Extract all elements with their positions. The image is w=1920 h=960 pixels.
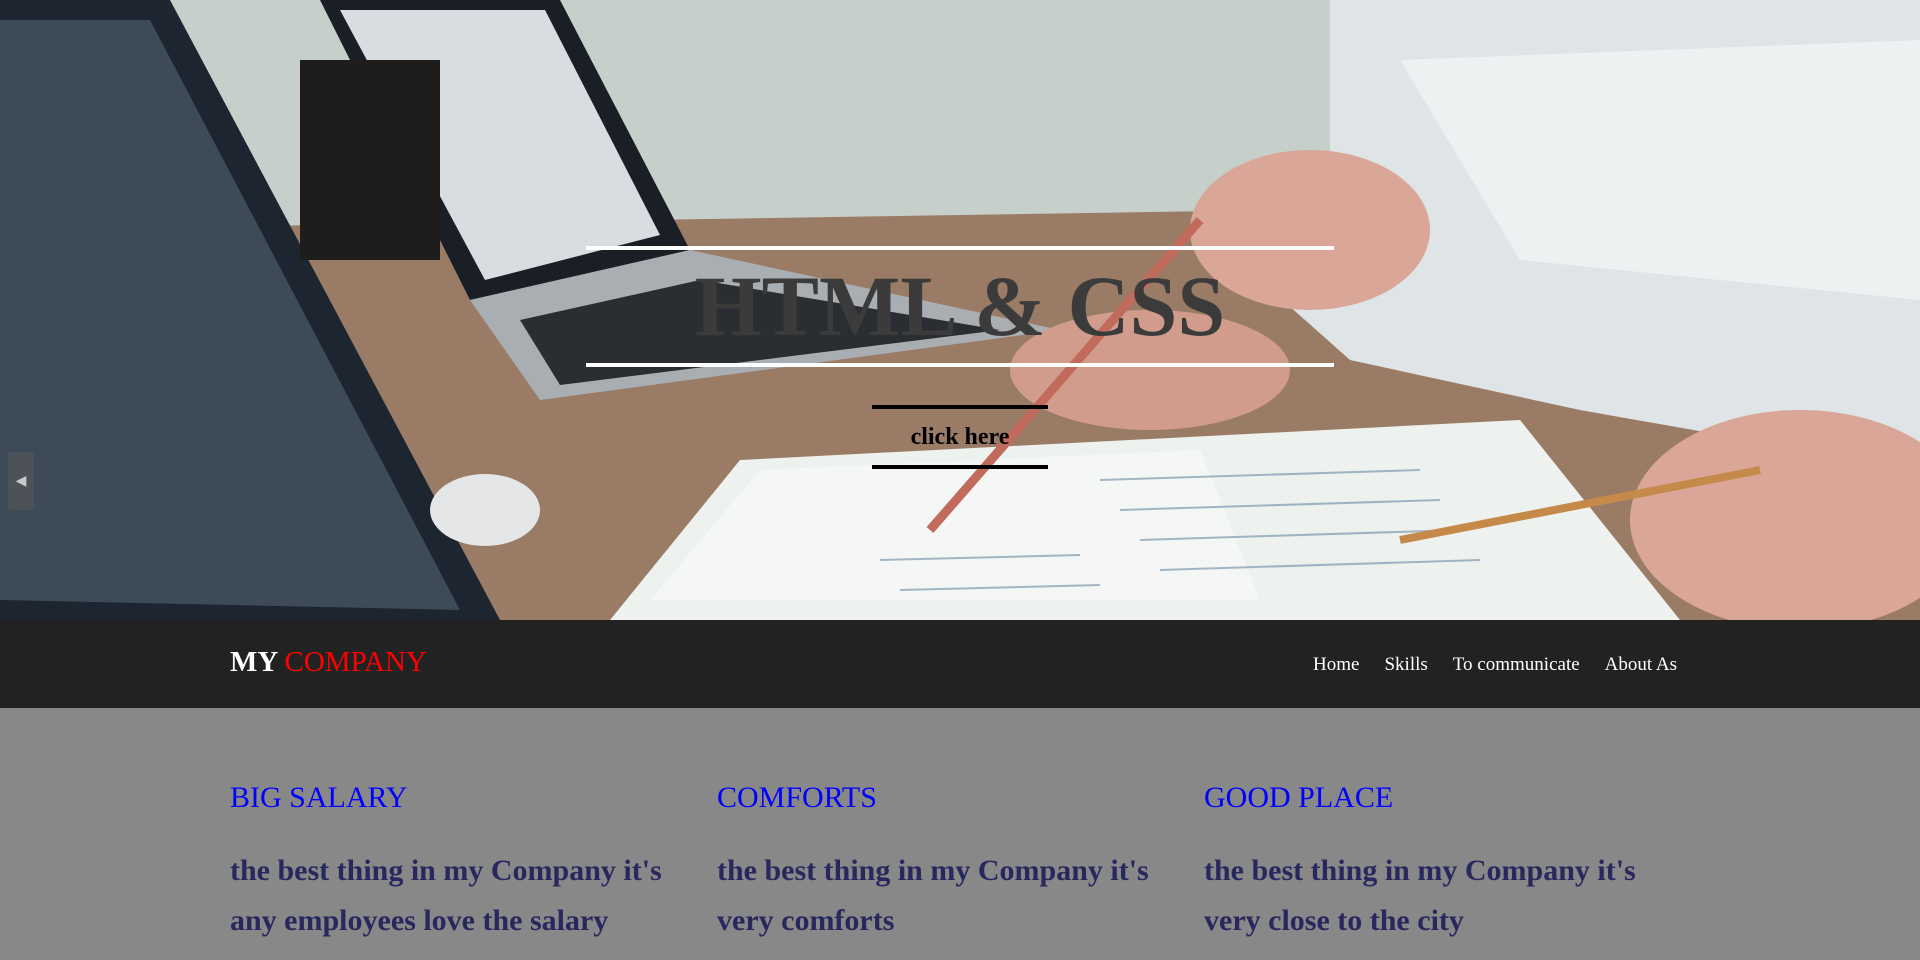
feature-good-place: GOOD PLACE the best thing in my Company … xyxy=(1204,778,1664,946)
feature-title: GOOD PLACE xyxy=(1204,781,1394,814)
feature-title: BIG SALARY xyxy=(230,781,408,814)
feature-text: the best thing in my Company it's any em… xyxy=(230,854,662,937)
logo-text-my: MY xyxy=(230,646,278,678)
feature-title: COMFORTS xyxy=(717,781,877,814)
hero-bottom-rule xyxy=(586,363,1334,367)
hero-top-rule xyxy=(586,246,1334,250)
nav-link-home[interactable]: Home xyxy=(1313,651,1359,679)
click-here-button[interactable]: click here xyxy=(872,405,1048,469)
nav-link-about-as[interactable]: About As xyxy=(1605,651,1677,679)
nav-link-skills[interactable]: Skills xyxy=(1384,651,1427,679)
hero-title: HTML & CSS xyxy=(694,258,1226,354)
company-logo[interactable]: MY COMPANY xyxy=(230,642,427,682)
feature-text: the best thing in my Company it's very c… xyxy=(717,854,1149,937)
logo-text-company: COMPANY xyxy=(284,646,427,678)
hero-section: HTML & CSS click here ◀ xyxy=(0,0,1920,620)
feature-comforts: COMFORTS the best thing in my Company it… xyxy=(717,778,1177,946)
nav-links: Home Skills To communicate About As xyxy=(1313,651,1677,679)
slider-prev-arrow-icon[interactable]: ◀ xyxy=(8,452,34,510)
feature-text: the best thing in my Company it's very c… xyxy=(1204,854,1636,937)
features-section: BIG SALARY the best thing in my Company … xyxy=(0,708,1920,960)
feature-big-salary: BIG SALARY the best thing in my Company … xyxy=(230,778,690,946)
nav-link-to-communicate[interactable]: To communicate xyxy=(1453,651,1580,679)
